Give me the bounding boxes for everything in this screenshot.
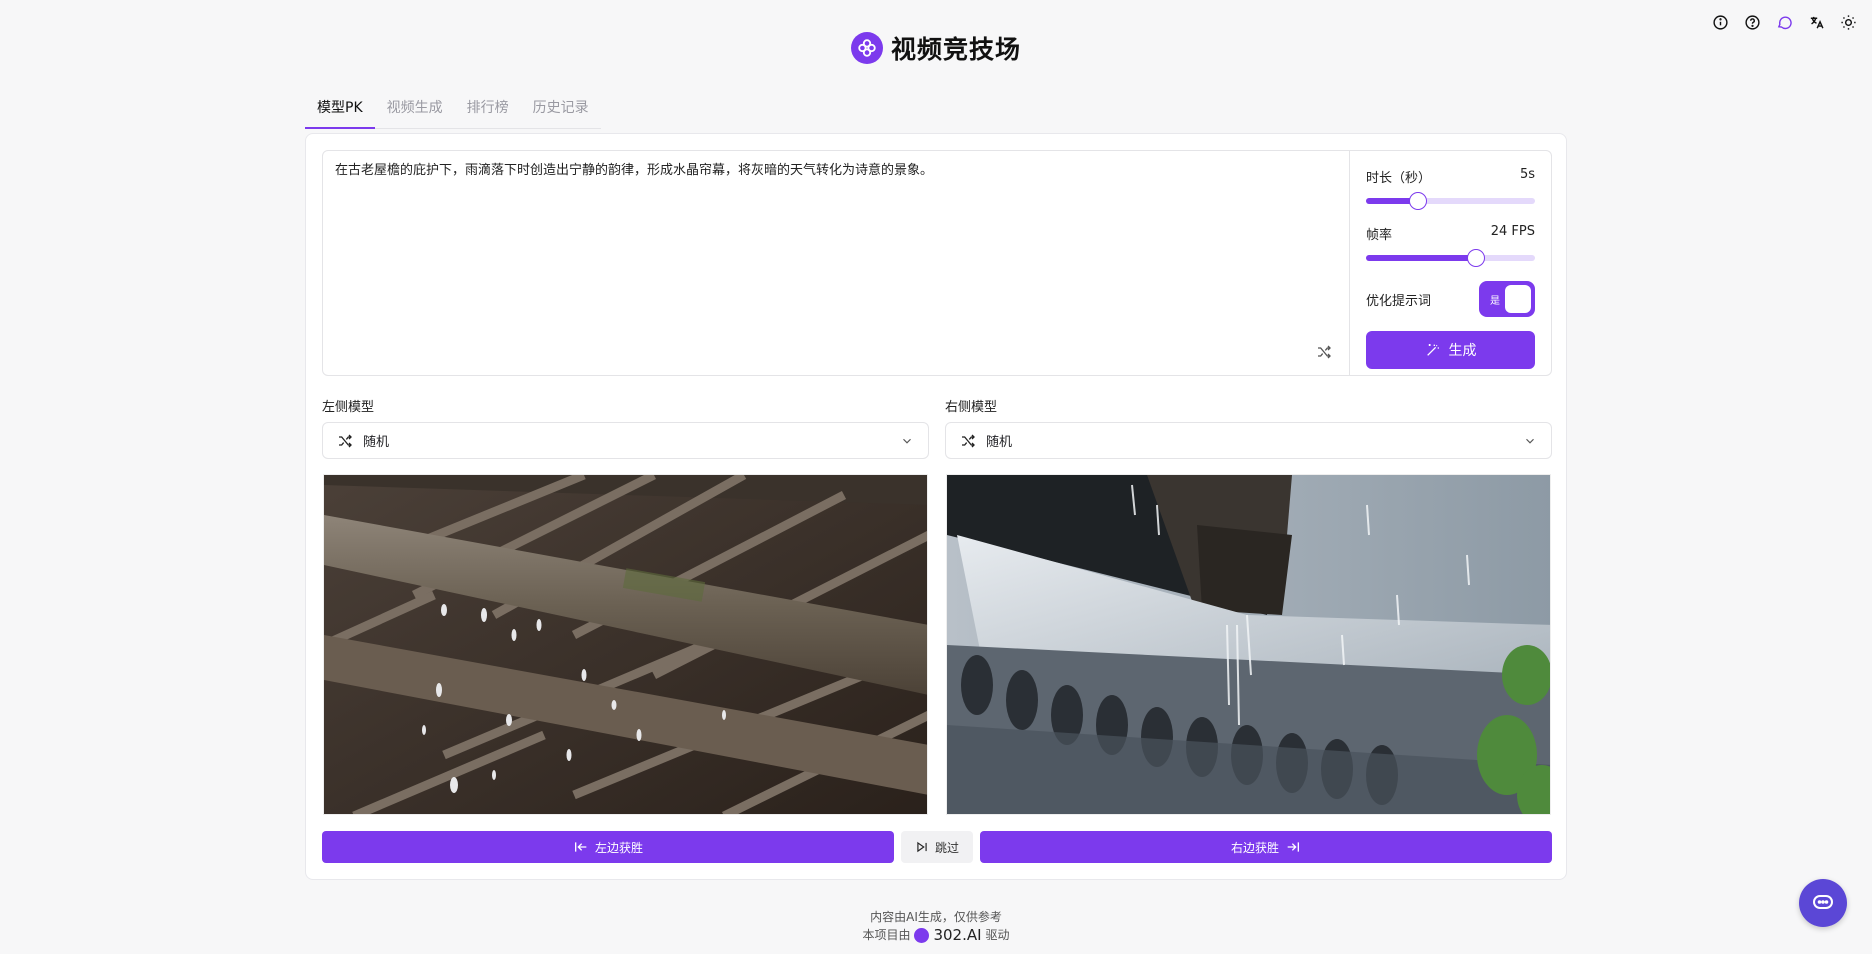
right-video-player[interactable] xyxy=(946,474,1551,815)
arena-card: 在古老屋檐的庇护下，雨滴落下时创造出宁静的韵律，形成水晶帘幕，将灰暗的天气转化为… xyxy=(305,133,1567,880)
optimize-prompt-label: 优化提示词 xyxy=(1366,293,1432,309)
right-wins-label: 右边获胜 xyxy=(1230,840,1279,855)
tab-history[interactable]: 历史记录 xyxy=(521,92,601,128)
right-wins-button[interactable]: 右边获胜 xyxy=(980,831,1552,863)
magic-wand-icon xyxy=(1426,344,1439,356)
right-model-label: 右侧模型 xyxy=(945,400,998,415)
chevron-down-icon xyxy=(900,434,914,448)
settings-panel: 时长（秒） 5s 帧率 24 FPS 优化提示词 是 生成 xyxy=(1350,151,1551,375)
duration-slider[interactable] xyxy=(1366,192,1535,210)
brand-header: 视频竞技场 xyxy=(0,30,1872,66)
tab-leaderboard[interactable]: 排行榜 xyxy=(455,92,521,128)
optimize-prompt-toggle[interactable]: 是 xyxy=(1479,281,1535,317)
chat-icon xyxy=(1813,895,1833,909)
prompt-input[interactable]: 在古老屋檐的庇护下，雨滴落下时创造出宁静的韵律，形成水晶帘幕，将灰暗的天气转化为… xyxy=(323,151,1350,375)
duration-label: 时长（秒） xyxy=(1366,171,1432,186)
left-model-label: 左侧模型 xyxy=(322,400,375,415)
framerate-slider-handle[interactable] xyxy=(1466,249,1485,267)
framerate-slider-fill xyxy=(1366,255,1476,261)
skip-forward-icon xyxy=(917,841,927,853)
powered-brand[interactable]: 302.AI xyxy=(933,926,981,944)
shuffle-icon xyxy=(962,434,975,447)
optimize-prompt-row: 优化提示词 是 xyxy=(1366,281,1535,317)
skip-button[interactable]: 跳过 xyxy=(901,831,973,863)
random-prompt-shuffle-icon[interactable] xyxy=(1313,341,1335,363)
tab-model-pk[interactable]: 模型PK xyxy=(305,92,375,129)
footer: 内容由AI生成，仅供参考 本项目由 302.AI 驱动 xyxy=(0,908,1872,944)
framerate-row: 帧率 24 FPS xyxy=(1366,224,1535,243)
left-model-value: 随机 xyxy=(363,435,390,450)
framerate-slider[interactable] xyxy=(1366,249,1535,267)
left-model-select[interactable]: 随机 xyxy=(322,422,929,459)
powered-suffix: 驱动 xyxy=(985,928,1010,942)
left-video-player[interactable] xyxy=(323,474,928,815)
chevron-down-icon xyxy=(1523,434,1537,448)
toggle-knob xyxy=(1505,285,1531,313)
main-tabs: 模型PK 视频生成 排行榜 历史记录 xyxy=(305,92,601,129)
framerate-label: 帧率 xyxy=(1366,228,1393,243)
arrow-right-to-line-icon xyxy=(1287,842,1299,852)
duration-slider-handle[interactable] xyxy=(1409,192,1428,210)
302ai-logo-icon xyxy=(914,927,930,943)
duration-value: 5s xyxy=(1519,167,1535,182)
powered-prefix: 本项目由 xyxy=(862,928,911,942)
disclaimer-text: 内容由AI生成，仅供参考 xyxy=(870,910,1002,924)
right-model-value: 随机 xyxy=(986,435,1013,450)
left-wins-button[interactable]: 左边获胜 xyxy=(322,831,894,863)
toggle-on-label: 是 xyxy=(1490,296,1500,307)
shuffle-icon xyxy=(339,434,352,447)
skip-label: 跳过 xyxy=(934,840,959,855)
app-title: 视频竞技场 xyxy=(890,35,1021,64)
right-model-select[interactable]: 随机 xyxy=(945,422,1552,459)
tab-video-generation[interactable]: 视频生成 xyxy=(375,92,455,128)
prompt-panel: 在古老屋檐的庇护下，雨滴落下时创造出宁静的韵律，形成水晶帘幕，将灰暗的天气转化为… xyxy=(322,150,1552,376)
generate-button[interactable]: 生成 xyxy=(1366,331,1535,369)
left-wins-label: 左边获胜 xyxy=(594,840,643,855)
framerate-value: 24 FPS xyxy=(1490,224,1535,239)
chat-support-button[interactable] xyxy=(1799,879,1847,927)
duration-row: 时长（秒） 5s xyxy=(1366,167,1535,186)
powered-by: 本项目由 302.AI 驱动 xyxy=(862,926,1009,944)
generate-label: 生成 xyxy=(1448,343,1477,359)
arrow-left-to-line-icon xyxy=(574,842,587,852)
prompt-text: 在古老屋檐的庇护下，雨滴落下时创造出宁静的韵律，形成水晶帘幕，将灰暗的天气转化为… xyxy=(335,163,934,178)
app-logo-icon xyxy=(850,32,883,64)
